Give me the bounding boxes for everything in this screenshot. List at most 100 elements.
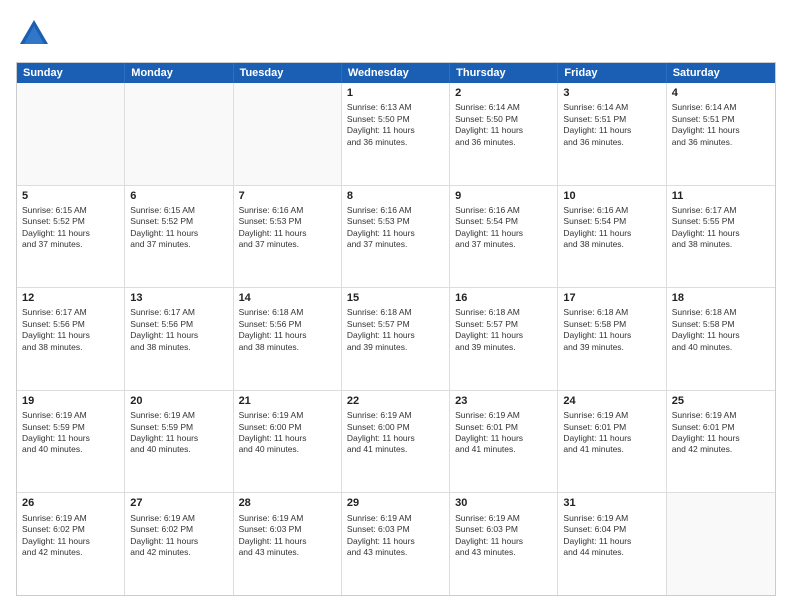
day-info: Sunrise: 6:14 AM Sunset: 5:51 PM Dayligh… xyxy=(672,102,770,148)
calendar-cell: 10 Sunrise: 6:16 AM Sunset: 5:54 PM Dayli… xyxy=(558,186,666,288)
calendar-cell xyxy=(234,83,342,185)
day-info: Sunrise: 6:19 AM Sunset: 6:04 PM Dayligh… xyxy=(563,513,660,559)
calendar: SundayMondayTuesdayWednesdayThursdayFrid… xyxy=(16,62,776,596)
calendar-cell: 5 Sunrise: 6:15 AM Sunset: 5:52 PM Daylig… xyxy=(17,186,125,288)
day-info: Sunrise: 6:19 AM Sunset: 5:59 PM Dayligh… xyxy=(130,410,227,456)
day-number: 12 xyxy=(22,291,119,305)
day-info: Sunrise: 6:18 AM Sunset: 5:57 PM Dayligh… xyxy=(347,307,444,353)
day-info: Sunrise: 6:19 AM Sunset: 6:03 PM Dayligh… xyxy=(455,513,552,559)
calendar-cell: 26 Sunrise: 6:19 AM Sunset: 6:02 PM Dayli… xyxy=(17,493,125,595)
page: SundayMondayTuesdayWednesdayThursdayFrid… xyxy=(0,0,792,612)
calendar-cell: 14 Sunrise: 6:18 AM Sunset: 5:56 PM Dayli… xyxy=(234,288,342,390)
day-info: Sunrise: 6:14 AM Sunset: 5:51 PM Dayligh… xyxy=(563,102,660,148)
day-number: 27 xyxy=(130,496,227,510)
calendar-cell: 2 Sunrise: 6:14 AM Sunset: 5:50 PM Daylig… xyxy=(450,83,558,185)
calendar-cell: 18Sunrise: 6:18 AM Sunset: 5:58 PM Dayli… xyxy=(667,288,775,390)
day-number: 3 xyxy=(563,86,660,100)
day-number: 11 xyxy=(672,189,770,203)
calendar-cell: 1 Sunrise: 6:13 AM Sunset: 5:50 PM Daylig… xyxy=(342,83,450,185)
day-number: 22 xyxy=(347,394,444,408)
calendar-cell: 4 Sunrise: 6:14 AM Sunset: 5:51 PM Daylig… xyxy=(667,83,775,185)
calendar-week-5: 26 Sunrise: 6:19 AM Sunset: 6:02 PM Dayli… xyxy=(17,493,775,595)
day-number: 20 xyxy=(130,394,227,408)
day-number: 14 xyxy=(239,291,336,305)
header-day-saturday: Saturday xyxy=(667,63,775,83)
day-info: Sunrise: 6:19 AM Sunset: 6:00 PM Dayligh… xyxy=(239,410,336,456)
day-info: Sunrise: 6:18 AM Sunset: 5:57 PM Dayligh… xyxy=(455,307,552,353)
day-number: 23 xyxy=(455,394,552,408)
day-info: Sunrise: 6:14 AM Sunset: 5:50 PM Dayligh… xyxy=(455,102,552,148)
day-number: 28 xyxy=(239,496,336,510)
day-number: 17 xyxy=(563,291,660,305)
day-number: 30 xyxy=(455,496,552,510)
calendar-week-1: 1 Sunrise: 6:13 AM Sunset: 5:50 PM Daylig… xyxy=(17,83,775,186)
day-info: Sunrise: 6:19 AM Sunset: 6:00 PM Dayligh… xyxy=(347,410,444,456)
day-info: Sunrise: 6:15 AM Sunset: 5:52 PM Dayligh… xyxy=(130,205,227,251)
day-info: Sunrise: 6:13 AM Sunset: 5:50 PM Dayligh… xyxy=(347,102,444,148)
day-info: Sunrise: 6:15 AM Sunset: 5:52 PM Dayligh… xyxy=(22,205,119,251)
day-info: Sunrise: 6:19 AM Sunset: 6:01 PM Dayligh… xyxy=(672,410,770,456)
day-number: 7 xyxy=(239,189,336,203)
day-number: 19 xyxy=(22,394,119,408)
calendar-cell: 19Sunrise: 6:19 AM Sunset: 5:59 PM Dayli… xyxy=(17,391,125,493)
day-info: Sunrise: 6:19 AM Sunset: 6:03 PM Dayligh… xyxy=(239,513,336,559)
calendar-cell xyxy=(125,83,233,185)
day-info: Sunrise: 6:19 AM Sunset: 6:01 PM Dayligh… xyxy=(563,410,660,456)
day-number: 15 xyxy=(347,291,444,305)
day-number: 10 xyxy=(563,189,660,203)
calendar-cell: 13 Sunrise: 6:17 AM Sunset: 5:56 PM Dayli… xyxy=(125,288,233,390)
calendar-cell: 29Sunrise: 6:19 AM Sunset: 6:03 PM Dayli… xyxy=(342,493,450,595)
day-number: 24 xyxy=(563,394,660,408)
day-number: 2 xyxy=(455,86,552,100)
calendar-cell: 11 Sunrise: 6:17 AM Sunset: 5:55 PM Dayli… xyxy=(667,186,775,288)
day-number: 1 xyxy=(347,86,444,100)
calendar-cell: 25Sunrise: 6:19 AM Sunset: 6:01 PM Dayli… xyxy=(667,391,775,493)
calendar-week-4: 19 Sunrise: 6:19 AM Sunset: 5:59 PM Dayli… xyxy=(17,391,775,494)
day-number: 13 xyxy=(130,291,227,305)
day-number: 26 xyxy=(22,496,119,510)
calendar-cell: 24 Sunrise: 6:19 AM Sunset: 6:01 PM Dayli… xyxy=(558,391,666,493)
logo-icon xyxy=(16,16,52,52)
calendar-week-3: 12 Sunrise: 6:17 AM Sunset: 5:56 PM Dayli… xyxy=(17,288,775,391)
calendar-header: SundayMondayTuesdayWednesdayThursdayFrid… xyxy=(17,63,775,83)
day-info: Sunrise: 6:17 AM Sunset: 5:56 PM Dayligh… xyxy=(130,307,227,353)
day-info: Sunrise: 6:16 AM Sunset: 5:54 PM Dayligh… xyxy=(563,205,660,251)
day-number: 21 xyxy=(239,394,336,408)
calendar-cell: 6 Sunrise: 6:15 AM Sunset: 5:52 PM Daylig… xyxy=(125,186,233,288)
header xyxy=(16,16,776,52)
header-day-thursday: Thursday xyxy=(450,63,558,83)
calendar-cell xyxy=(667,493,775,595)
calendar-week-2: 5 Sunrise: 6:15 AM Sunset: 5:52 PM Daylig… xyxy=(17,186,775,289)
logo xyxy=(16,16,56,52)
calendar-cell: 20 Sunrise: 6:19 AM Sunset: 5:59 PM Dayli… xyxy=(125,391,233,493)
calendar-cell: 31 Sunrise: 6:19 AM Sunset: 6:04 PM Dayli… xyxy=(558,493,666,595)
calendar-cell: 16 Sunrise: 6:18 AM Sunset: 5:57 PM Dayli… xyxy=(450,288,558,390)
day-info: Sunrise: 6:16 AM Sunset: 5:53 PM Dayligh… xyxy=(239,205,336,251)
calendar-cell: 7 Sunrise: 6:16 AM Sunset: 5:53 PM Daylig… xyxy=(234,186,342,288)
day-info: Sunrise: 6:16 AM Sunset: 5:54 PM Dayligh… xyxy=(455,205,552,251)
calendar-cell: 17 Sunrise: 6:18 AM Sunset: 5:58 PM Dayli… xyxy=(558,288,666,390)
calendar-cell: 28 Sunrise: 6:19 AM Sunset: 6:03 PM Dayli… xyxy=(234,493,342,595)
day-number: 16 xyxy=(455,291,552,305)
calendar-cell: 30 Sunrise: 6:19 AM Sunset: 6:03 PM Dayli… xyxy=(450,493,558,595)
day-info: Sunrise: 6:18 AM Sunset: 5:56 PM Dayligh… xyxy=(239,307,336,353)
day-info: Sunrise: 6:19 AM Sunset: 6:02 PM Dayligh… xyxy=(22,513,119,559)
day-info: Sunrise: 6:17 AM Sunset: 5:55 PM Dayligh… xyxy=(672,205,770,251)
header-day-sunday: Sunday xyxy=(17,63,125,83)
day-number: 6 xyxy=(130,189,227,203)
day-number: 4 xyxy=(672,86,770,100)
day-number: 8 xyxy=(347,189,444,203)
calendar-cell xyxy=(17,83,125,185)
day-info: Sunrise: 6:18 AM Sunset: 5:58 PM Dayligh… xyxy=(563,307,660,353)
day-info: Sunrise: 6:19 AM Sunset: 6:01 PM Dayligh… xyxy=(455,410,552,456)
day-number: 31 xyxy=(563,496,660,510)
day-number: 5 xyxy=(22,189,119,203)
day-info: Sunrise: 6:18 AM Sunset: 5:58 PM Dayligh… xyxy=(672,307,770,353)
day-info: Sunrise: 6:17 AM Sunset: 5:56 PM Dayligh… xyxy=(22,307,119,353)
header-day-wednesday: Wednesday xyxy=(342,63,450,83)
calendar-cell: 23 Sunrise: 6:19 AM Sunset: 6:01 PM Dayli… xyxy=(450,391,558,493)
calendar-cell: 8Sunrise: 6:16 AM Sunset: 5:53 PM Daylig… xyxy=(342,186,450,288)
calendar-cell: 22 Sunrise: 6:19 AM Sunset: 6:00 PM Dayli… xyxy=(342,391,450,493)
calendar-cell: 3 Sunrise: 6:14 AM Sunset: 5:51 PM Daylig… xyxy=(558,83,666,185)
header-day-friday: Friday xyxy=(558,63,666,83)
